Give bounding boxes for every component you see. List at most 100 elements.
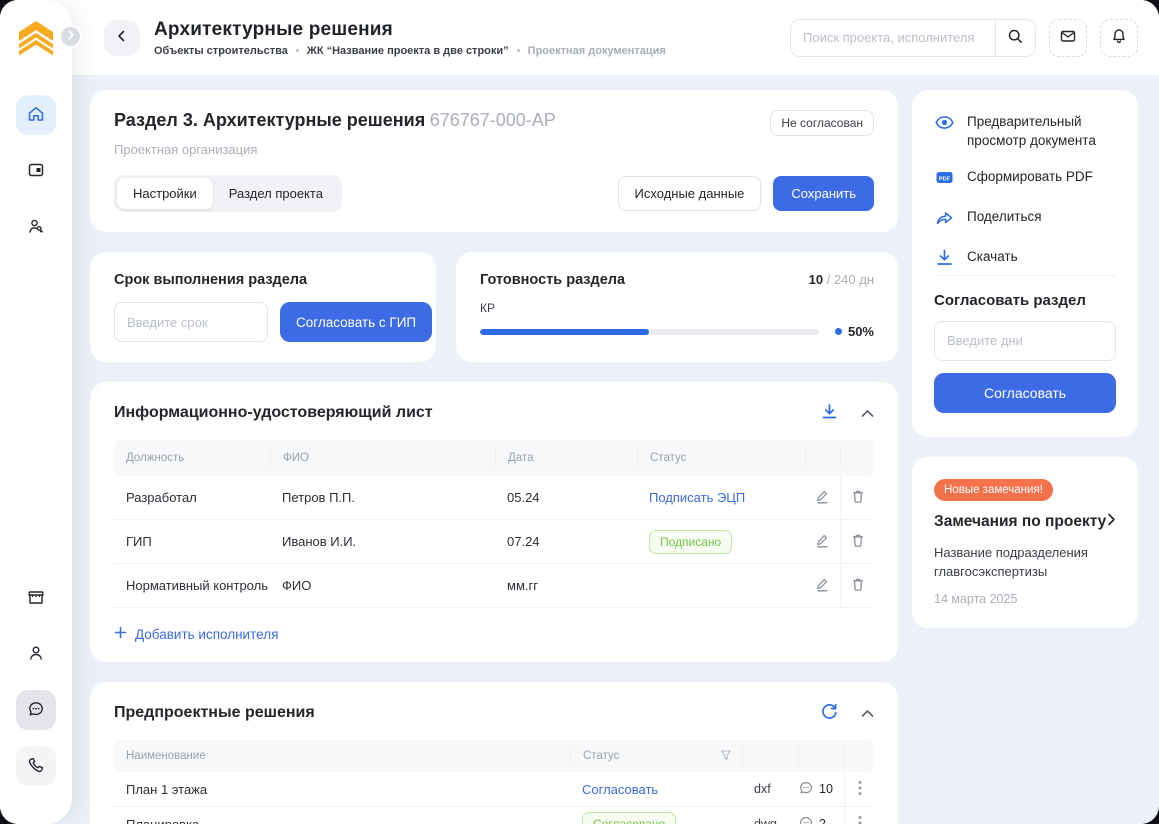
source-data-button[interactable]: Исходные данные	[618, 176, 762, 211]
download-icon	[820, 402, 839, 424]
column-header: Должность	[114, 449, 270, 467]
sidebar-item-store[interactable]	[16, 578, 56, 618]
kebab-menu-icon	[858, 815, 862, 824]
filter-icon[interactable]	[720, 749, 732, 764]
trash-icon	[850, 576, 866, 596]
breadcrumb-item[interactable]: ЖК “Название проекта в две строки”	[307, 45, 509, 57]
refresh-button[interactable]	[820, 702, 839, 724]
comment-icon	[798, 780, 814, 799]
notifications-button[interactable]	[1100, 19, 1138, 57]
delete-button[interactable]	[850, 532, 866, 552]
cell-comments[interactable]: 2	[798, 815, 844, 824]
column-header: ФИО	[270, 449, 495, 467]
table-row: Нормативный контроль ФИО мм.гг	[114, 564, 874, 608]
app-window: Архитектурные решения Объекты строительс…	[0, 0, 1159, 824]
approve-with-gip-button[interactable]: Согласовать с ГИП	[280, 302, 432, 342]
cell-file-extension: dxf	[742, 782, 798, 796]
cell-date: 07.24	[495, 534, 637, 549]
predesign-card: Предпроектные решения Наименование	[90, 682, 898, 824]
chevron-left-icon	[115, 29, 129, 46]
deadline-input[interactable]	[114, 302, 268, 342]
eye-icon	[934, 112, 955, 136]
generate-pdf-button[interactable]: PDF Сформировать PDF	[934, 167, 1093, 191]
download-iul-button[interactable]	[820, 402, 839, 424]
approve-days-input[interactable]	[934, 321, 1116, 361]
cell-name: Иванов И.И.	[270, 534, 495, 549]
section-title: Раздел 3. Архитектурные решения 676767-0…	[114, 110, 556, 131]
iul-table-header: Должность ФИО Дата Статус	[114, 440, 874, 476]
share-button[interactable]: Поделиться	[934, 207, 1042, 231]
readiness-title: Готовность раздела	[480, 272, 625, 288]
sidebar-item-chat[interactable]	[16, 690, 56, 730]
column-header: Статус	[570, 747, 742, 765]
sidebar-item-projects[interactable]	[16, 151, 56, 191]
deadline-title: Срок выполнения раздела	[114, 272, 412, 288]
delete-button[interactable]	[850, 488, 866, 508]
sidebar-item-profile[interactable]	[16, 634, 56, 674]
search-box	[790, 19, 1036, 57]
comment-icon	[798, 815, 814, 824]
edit-button[interactable]	[814, 576, 831, 596]
row-menu-button[interactable]	[858, 780, 862, 799]
column-header	[844, 747, 874, 765]
sidebar-expand-button[interactable]	[59, 25, 82, 48]
chat-icon	[26, 699, 46, 722]
status-action-link[interactable]: Согласовать	[582, 782, 658, 797]
cell-file-extension: dwg	[742, 817, 798, 824]
section-code: 676767-000-АР	[430, 110, 556, 130]
sidebar-item-home[interactable]	[16, 95, 56, 135]
home-icon	[26, 104, 46, 127]
column-header: Статус	[637, 449, 805, 467]
remarks-link[interactable]: Замечания по проекту	[934, 513, 1116, 531]
cell-position: Разработал	[114, 490, 270, 505]
share-icon	[934, 207, 955, 231]
row-menu-button[interactable]	[858, 815, 862, 824]
kebab-menu-icon	[858, 780, 862, 799]
chevron-up-icon	[861, 706, 874, 721]
phone-icon	[26, 755, 46, 778]
column-header	[742, 747, 798, 765]
storefront-icon	[26, 587, 46, 610]
edit-button[interactable]	[814, 532, 831, 552]
column-header	[798, 747, 844, 765]
mail-icon	[1059, 27, 1077, 48]
tab-project-section[interactable]: Раздел проекта	[213, 178, 339, 209]
company-logo[interactable]	[14, 16, 58, 61]
breadcrumb-separator	[517, 49, 520, 52]
search-input[interactable]	[791, 30, 995, 45]
cell-comments[interactable]: 10	[798, 780, 844, 799]
tab-settings[interactable]: Настройки	[117, 178, 213, 209]
search-button[interactable]	[995, 19, 1035, 57]
delete-button[interactable]	[850, 576, 866, 596]
chevron-up-icon	[861, 406, 874, 421]
back-button[interactable]	[104, 20, 140, 56]
sidebar-item-access[interactable]	[16, 207, 56, 247]
cell-name: Планировка	[114, 817, 570, 824]
column-header: Наименование	[114, 747, 570, 765]
sidebar	[0, 0, 72, 824]
breadcrumb-item[interactable]: Объекты строительства	[154, 45, 288, 57]
cell-status: Подписано	[637, 530, 805, 554]
readiness-card: Готовность раздела 10 / 240 дн КР 50%	[456, 252, 898, 362]
download-section-button[interactable]: Скачать	[934, 247, 1018, 271]
approve-button[interactable]: Согласовать	[934, 373, 1116, 413]
collapse-iul-button[interactable]	[861, 406, 874, 421]
breadcrumb-separator	[296, 49, 299, 52]
preview-document-button[interactable]: Предварительный просмотр документа	[934, 112, 1116, 151]
remarks-date: 14 марта 2025	[934, 592, 1116, 606]
predesign-table: Наименование Статус План 1 этажа Согласо…	[114, 740, 874, 824]
pencil-icon	[814, 488, 831, 508]
edit-button[interactable]	[814, 488, 831, 508]
bell-icon	[1110, 27, 1128, 48]
collapse-predesign-button[interactable]	[861, 706, 874, 721]
save-button[interactable]: Сохранить	[773, 176, 874, 211]
section-header-card: Раздел 3. Архитектурные решения 676767-0…	[90, 90, 898, 232]
sidebar-item-phone[interactable]	[16, 746, 56, 786]
column-header	[805, 449, 840, 467]
table-row: План 1 этажа Согласовать dxf 10	[114, 772, 874, 807]
mail-button[interactable]	[1049, 19, 1087, 57]
cell-name: План 1 этажа	[114, 782, 570, 797]
add-executor-button[interactable]: Добавить исполнителя	[114, 626, 278, 642]
pencil-icon	[814, 576, 831, 596]
status-action-link[interactable]: Подписать ЭЦП	[649, 490, 745, 505]
